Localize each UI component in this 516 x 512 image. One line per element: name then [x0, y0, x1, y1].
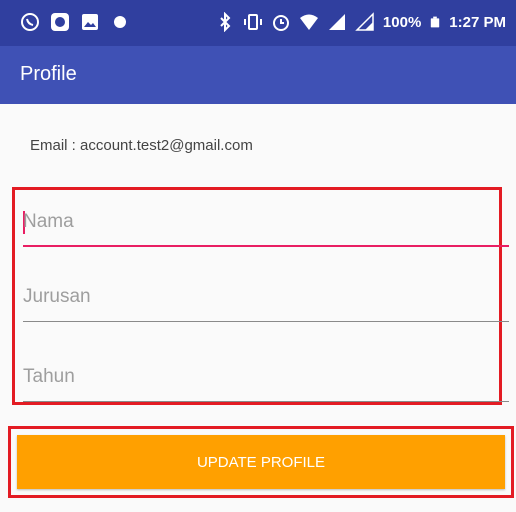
jurusan-field[interactable]: Jurusan [23, 282, 509, 322]
profile-form: Nama Jurusan Tahun [12, 187, 509, 405]
whatsapp-icon [21, 13, 39, 31]
status-bar: 100% 1:27 PM [0, 0, 516, 46]
bluetooth-icon [220, 12, 231, 32]
jurusan-placeholder: Jurusan [23, 286, 91, 307]
signal-weak-icon [355, 12, 374, 31]
nama-underline [23, 245, 509, 247]
update-profile-button[interactable]: UPDATE PROFILE [17, 435, 505, 489]
vibrate-icon [243, 14, 262, 30]
app-icon [51, 13, 69, 31]
email-label: Email : account.test2@gmail.com [30, 137, 253, 154]
signal-icon [328, 14, 345, 30]
notification-dot-icon [114, 16, 126, 28]
status-right-icons: 100% 1:27 PM [215, 12, 506, 32]
gallery-icon [82, 14, 98, 30]
jurusan-underline [23, 321, 509, 322]
status-time: 1:27 PM [449, 13, 506, 31]
battery-percent: 100% [382, 13, 422, 31]
status-left-icons [20, 12, 130, 32]
tahun-placeholder: Tahun [23, 366, 75, 387]
tahun-underline [23, 401, 509, 402]
app-bar: Profile [0, 46, 516, 104]
tahun-field[interactable]: Tahun [23, 362, 509, 402]
nama-field[interactable]: Nama [23, 207, 509, 247]
nama-placeholder: Nama [23, 211, 74, 232]
wifi-icon [299, 14, 318, 30]
page-title: Profile [20, 63, 77, 85]
alarm-icon [272, 15, 289, 31]
update-button-frame: UPDATE PROFILE [8, 426, 514, 498]
battery-icon [431, 16, 440, 28]
